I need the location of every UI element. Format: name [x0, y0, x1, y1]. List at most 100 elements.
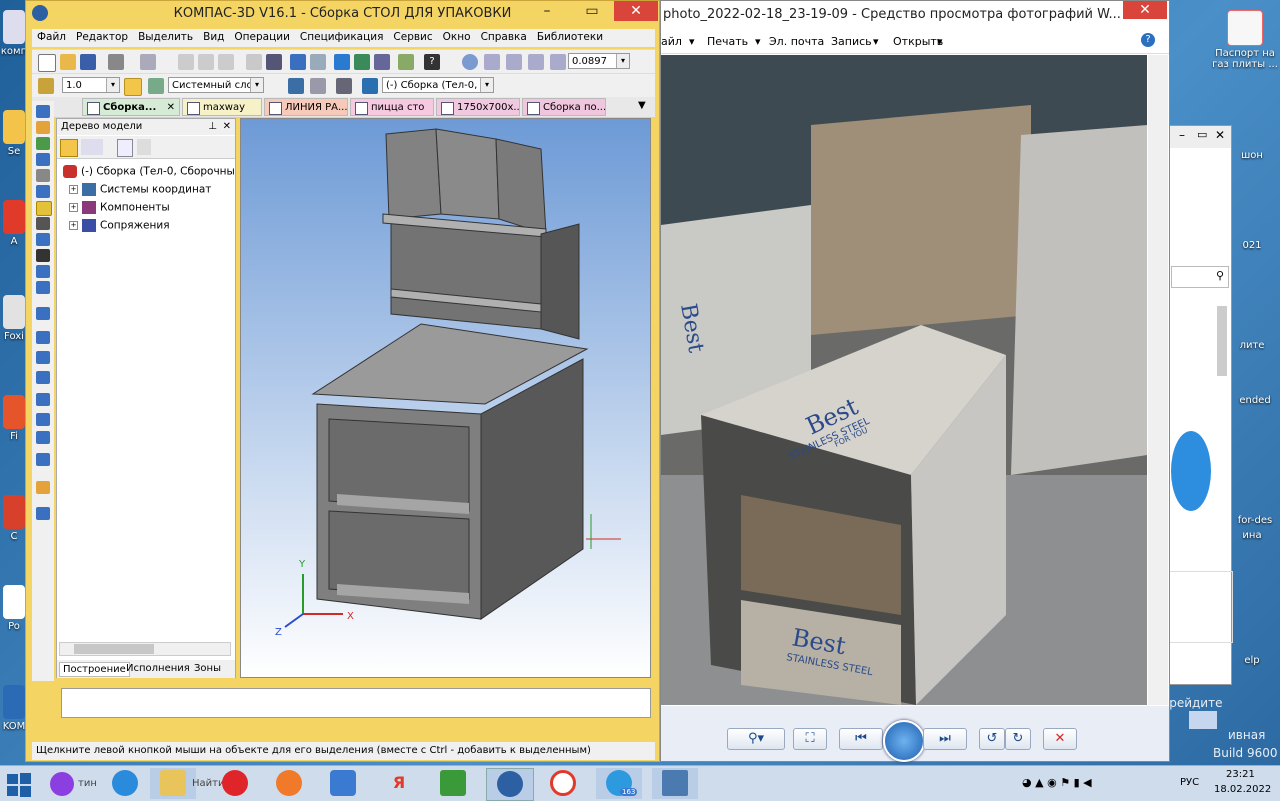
menu-operations[interactable]: Операции	[229, 29, 294, 45]
antivirus-tray-icon[interactable]: ▲	[1035, 776, 1043, 789]
kompas-titlebar[interactable]: КОМПАС-3D V16.1 - Сборка СТОЛ ДЛЯ УПАКОВ…	[26, 1, 659, 27]
scroll-thumb[interactable]	[74, 644, 154, 654]
view-icon[interactable]	[1189, 711, 1217, 729]
tool-icon[interactable]	[36, 249, 50, 262]
tool-icon[interactable]	[36, 507, 50, 520]
menu-burn-chevron-icon[interactable]: ▾	[873, 35, 879, 48]
tool-icon[interactable]	[36, 105, 50, 118]
zoom-window-icon[interactable]	[484, 54, 500, 70]
menu-select[interactable]: Выделить	[133, 29, 198, 45]
menu-window[interactable]: Окно	[438, 29, 476, 45]
fit-button[interactable]: ⛶	[793, 728, 827, 750]
help-icon[interactable]: ?	[424, 54, 440, 70]
menu-service[interactable]: Сервис	[388, 29, 437, 45]
desktop-icon-passport[interactable]: Паспорт на газ плиты ...	[1212, 10, 1278, 70]
tool-icon[interactable]	[36, 393, 50, 406]
menu-file[interactable]: айл	[661, 35, 682, 48]
start-button[interactable]	[6, 772, 32, 798]
3d-viewport[interactable]: Y X Z	[240, 118, 651, 678]
desktop-icon[interactable]: ина	[1232, 530, 1272, 541]
taskbar-telegram[interactable]: 163	[596, 768, 642, 799]
tool-icon[interactable]	[36, 201, 52, 216]
desktop-icon[interactable]: C	[0, 495, 28, 542]
maximize-button[interactable]: ▭	[571, 1, 613, 21]
tab-1750[interactable]: 1750x700x...	[436, 98, 520, 116]
line-width-field[interactable]: 1.0 ▾	[62, 77, 120, 93]
tree-scrollbar[interactable]	[59, 642, 231, 656]
tab-assembly-po[interactable]: Сборка по...	[522, 98, 606, 116]
menu-print-chevron-icon[interactable]: ▾	[755, 35, 761, 48]
desktop-icon[interactable]: Fi	[0, 395, 28, 442]
rotate-left-button[interactable]: ↺	[979, 728, 1005, 750]
coordinates-icon[interactable]	[288, 78, 304, 94]
search-widget[interactable]: тин	[44, 770, 102, 798]
menu-libraries[interactable]: Библиотеки	[532, 29, 608, 45]
desktop-icon[interactable]: for-des	[1232, 515, 1278, 526]
tool-icon[interactable]	[36, 169, 50, 182]
chevron-down-icon[interactable]: ▾	[250, 78, 263, 92]
zoom-scale-icon[interactable]	[550, 54, 566, 70]
tool-icon[interactable]	[36, 413, 50, 426]
menu-burn[interactable]: Запись	[831, 35, 872, 48]
close-button[interactable]: ✕	[614, 1, 658, 21]
undo-icon[interactable]	[290, 54, 306, 70]
tool-icon[interactable]	[36, 121, 50, 134]
minimize-button[interactable]: –	[526, 1, 568, 21]
redo-icon[interactable]	[310, 54, 326, 70]
list-icon[interactable]	[266, 54, 282, 70]
clock-date[interactable]: 18.02.2022	[1214, 784, 1271, 795]
tool-icon[interactable]	[36, 453, 50, 466]
menu-edit[interactable]: Редактор	[71, 29, 133, 45]
menu-file-chevron-icon[interactable]: ▾	[689, 35, 695, 48]
desktop-icon[interactable]: elp	[1232, 655, 1272, 666]
tool-icon[interactable]	[36, 371, 50, 384]
desktop-icon[interactable]: комп	[0, 10, 28, 57]
desktop-icon[interactable]: лите	[1232, 340, 1272, 351]
tree-view-icon[interactable]	[81, 139, 103, 155]
taskbar-yandex-browser[interactable]	[540, 768, 586, 799]
slideshow-button[interactable]	[883, 720, 925, 762]
taskbar-store[interactable]	[430, 768, 476, 799]
menu-help[interactable]: Справка	[476, 29, 532, 45]
variables-icon[interactable]	[374, 54, 390, 70]
menu-open[interactable]: Открыть	[893, 35, 943, 48]
expand-icon[interactable]: +	[69, 221, 78, 230]
volume-tray-icon[interactable]: ◀	[1083, 776, 1091, 789]
tree-node-components[interactable]: + Компоненты	[69, 201, 170, 214]
new-icon[interactable]	[38, 54, 56, 72]
tab-build[interactable]: Построение	[59, 662, 130, 677]
print-icon[interactable]	[108, 54, 124, 70]
assembly-icon[interactable]	[362, 78, 378, 94]
tool-icon[interactable]	[36, 217, 50, 230]
tab-zones[interactable]: Зоны	[191, 662, 224, 675]
previous-button[interactable]: ⏮	[839, 728, 883, 750]
background-window[interactable]: – ▭ ✕ ⚲	[1168, 125, 1233, 729]
command-line[interactable]	[61, 688, 651, 718]
pin-icon[interactable]: ⊥	[208, 119, 217, 135]
taskbar-app[interactable]	[320, 768, 366, 799]
tree-props-icon[interactable]	[117, 139, 133, 157]
properties-icon[interactable]	[246, 54, 262, 70]
expand-icon[interactable]: +	[69, 203, 78, 212]
taskbar-opera[interactable]	[212, 768, 258, 799]
tree-node-coordinates[interactable]: + Системы координат	[69, 183, 211, 196]
zoom-in-icon[interactable]	[506, 54, 522, 70]
tool-icon[interactable]	[36, 351, 50, 364]
tool-icon[interactable]	[36, 431, 50, 444]
desktop-icon[interactable]: A	[0, 200, 28, 247]
menu-view[interactable]: Вид	[198, 29, 229, 45]
thumbnail[interactable]	[1169, 571, 1233, 643]
snap-icon[interactable]	[124, 78, 142, 96]
menu-specification[interactable]: Спецификация	[295, 29, 389, 45]
zoom-all-icon[interactable]	[528, 54, 544, 70]
desktop-icon[interactable]: шон	[1232, 150, 1272, 161]
layer-field[interactable]: Системный слой (0)▾	[168, 77, 264, 93]
zoom-button[interactable]: ⚲▾	[727, 728, 785, 750]
menu-print[interactable]: Печать	[707, 35, 748, 48]
open-icon[interactable]	[60, 54, 76, 70]
taskbar-kompas[interactable]	[486, 768, 534, 801]
tool-icon[interactable]	[36, 185, 50, 198]
desktop-icon[interactable]: Foxi	[0, 295, 28, 342]
save-icon[interactable]	[80, 54, 96, 70]
chevron-down-icon[interactable]: ▾	[106, 78, 119, 92]
